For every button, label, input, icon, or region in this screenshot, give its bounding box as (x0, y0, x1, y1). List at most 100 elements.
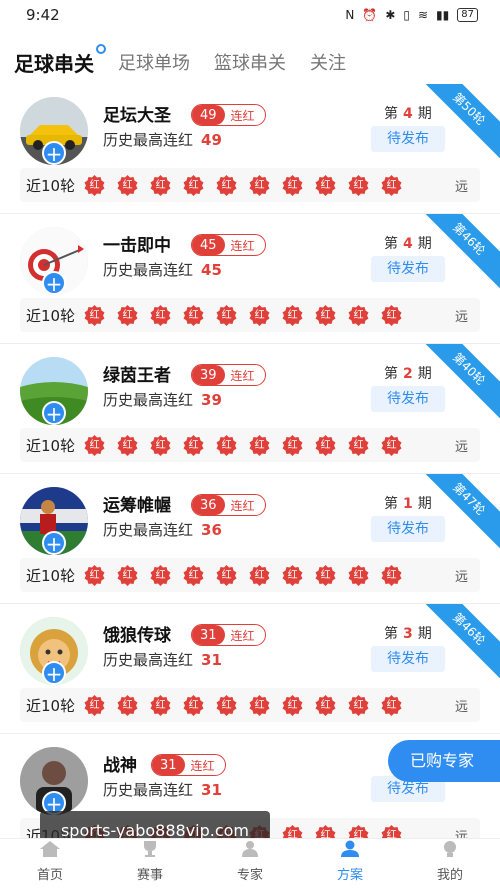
status-bar: 9:42 N ⏰ ✱ ▯ ≋ ▮▮ 87 (0, 0, 500, 30)
period-number: 2 (403, 366, 413, 382)
streak-label: 连红 (230, 238, 255, 253)
period-number: 3 (403, 626, 413, 642)
status-time: 9:42 (26, 6, 60, 24)
expert-card[interactable]: + 一击即中 45 连红 历史最高连红 45 第4期 待发布 第46轮 近10轮 … (0, 214, 500, 344)
history-best: 历史最高连红 45 (103, 261, 222, 279)
nav-label: 我的 (436, 868, 463, 883)
red-result-badge: 红 (182, 434, 205, 457)
follow-plus-icon[interactable]: + (42, 271, 66, 295)
red-result-badge: 红 (182, 694, 205, 717)
expert-card[interactable]: + 饿狼传球 31 连红 历史最高连红 31 第3期 待发布 第46轮 近10轮 … (0, 604, 500, 734)
expert-name: 战神 (103, 756, 137, 776)
period-info: 第2期 (384, 366, 432, 382)
red-result-badge: 红 (215, 694, 238, 717)
recent-results-row: 近10轮 红 红 红 红 红 红 红 红 红 红 远 (20, 298, 480, 332)
alarm-icon: ⏰ (362, 8, 378, 22)
bottom-nav: 首页 赛事 专家 方案 我的 (0, 838, 500, 889)
red-result-badge: 红 (347, 694, 370, 717)
red-result-badge: 红 (380, 174, 403, 197)
period-number: 4 (403, 236, 413, 252)
tab-football-parlay[interactable]: 足球串关 (14, 43, 106, 77)
period-number: 4 (403, 106, 413, 122)
tab-football-single[interactable]: 足球单场 (118, 49, 190, 75)
pending-publish-button[interactable]: 待发布 (371, 256, 445, 282)
streak-count: 31 (152, 755, 185, 775)
period-info: 第4期 (384, 106, 432, 122)
streak-count: 31 (192, 625, 225, 645)
recent-results-row: 近10轮 红 红 红 红 红 红 红 红 红 红 远 (20, 168, 480, 202)
red-result-badge: 红 (83, 694, 106, 717)
red-result-badge: 红 (149, 304, 172, 327)
streak-label: 连红 (230, 108, 255, 123)
nav-item-profile[interactable]: 我的 (400, 839, 500, 889)
expert-card[interactable]: + 绿茵王者 39 连红 历史最高连红 39 第2期 待发布 第40轮 近10轮 … (0, 344, 500, 474)
pending-publish-button[interactable]: 待发布 (371, 646, 445, 672)
nav-item-plan[interactable]: 方案 (300, 839, 400, 889)
history-best: 历史最高连红 31 (103, 651, 222, 669)
expert-name: 一击即中 (103, 236, 171, 256)
follow-plus-icon[interactable]: + (42, 661, 66, 685)
red-result-badge: 红 (281, 174, 304, 197)
red-result-badge: 红 (347, 304, 370, 327)
red-result-badge: 红 (149, 174, 172, 197)
red-result-badge: 红 (182, 304, 205, 327)
red-result-badge: 红 (83, 564, 106, 587)
trophy-icon (139, 840, 161, 864)
category-tabs: 足球串关 足球单场 篮球串关 关注 (0, 40, 500, 84)
bought-experts-button[interactable]: 已购专家 (388, 740, 500, 782)
red-result-badge: 红 (380, 434, 403, 457)
far-label: 远 (454, 309, 468, 325)
nav-item-expert[interactable]: 专家 (200, 839, 300, 889)
red-result-badge: 红 (281, 694, 304, 717)
nav-item-home[interactable]: 首页 (0, 839, 100, 889)
history-best-value: 45 (201, 261, 222, 279)
pending-publish-button[interactable]: 待发布 (371, 516, 445, 542)
expert-icon (239, 840, 261, 864)
nav-label: 方案 (336, 868, 363, 883)
recent-badges: 红 红 红 红 红 红 红 红 红 红 (83, 434, 403, 457)
streak-badge: 36 连红 (191, 494, 266, 516)
home-icon (39, 840, 61, 864)
red-result-badge: 红 (248, 434, 271, 457)
tab-indicator-icon (96, 43, 106, 54)
follow-plus-icon[interactable]: + (42, 401, 66, 425)
nav-item-trophy[interactable]: 赛事 (100, 839, 200, 889)
history-best: 历史最高连红 39 (103, 391, 222, 409)
red-result-badge: 红 (314, 694, 337, 717)
red-result-badge: 红 (215, 564, 238, 587)
streak-badge: 31 连红 (191, 624, 266, 646)
red-result-badge: 红 (116, 174, 139, 197)
history-best-value: 36 (201, 521, 222, 539)
nfc-icon: N (345, 8, 355, 22)
red-result-badge: 红 (149, 564, 172, 587)
expert-card[interactable]: + 运筹帷幄 36 连红 历史最高连红 36 第1期 待发布 第47轮 近10轮 … (0, 474, 500, 604)
plan-icon (339, 840, 361, 864)
red-result-badge: 红 (314, 434, 337, 457)
status-icons: N ⏰ ✱ ▯ ≋ ▮▮ 87 (345, 8, 478, 22)
tab-basketball-parlay[interactable]: 篮球串关 (214, 49, 286, 75)
tab-follow[interactable]: 关注 (310, 49, 346, 75)
expert-name: 饿狼传球 (103, 626, 171, 646)
vibrate-icon: ▯ (403, 8, 410, 22)
expert-card[interactable]: + 足坛大圣 49 连红 历史最高连红 49 第4期 待发布 第50轮 近10轮 … (0, 84, 500, 214)
recent-badges: 红 红 红 红 红 红 红 红 红 红 (83, 174, 403, 197)
far-label: 远 (454, 569, 468, 585)
bluetooth-icon: ✱ (385, 8, 396, 22)
streak-badge: 39 连红 (191, 364, 266, 386)
follow-plus-icon[interactable]: + (42, 531, 66, 555)
far-label: 远 (454, 439, 468, 455)
streak-badge: 49 连红 (191, 104, 266, 126)
red-result-badge: 红 (281, 434, 304, 457)
pending-publish-button[interactable]: 待发布 (371, 126, 445, 152)
recent-results-row: 近10轮 红 红 红 红 红 红 红 红 红 红 远 (20, 428, 480, 462)
expert-name: 绿茵王者 (103, 366, 171, 386)
red-result-badge: 红 (314, 304, 337, 327)
recent-badges: 红 红 红 红 红 红 红 红 红 红 (83, 304, 403, 327)
pending-publish-button[interactable]: 待发布 (371, 386, 445, 412)
far-label: 远 (454, 179, 468, 195)
recent-results-row: 近10轮 红 红 红 红 红 红 红 红 红 红 远 (20, 688, 480, 722)
follow-plus-icon[interactable]: + (42, 141, 66, 165)
streak-badge: 31 连红 (151, 754, 226, 776)
red-result-badge: 红 (182, 564, 205, 587)
nav-label: 专家 (236, 868, 263, 883)
